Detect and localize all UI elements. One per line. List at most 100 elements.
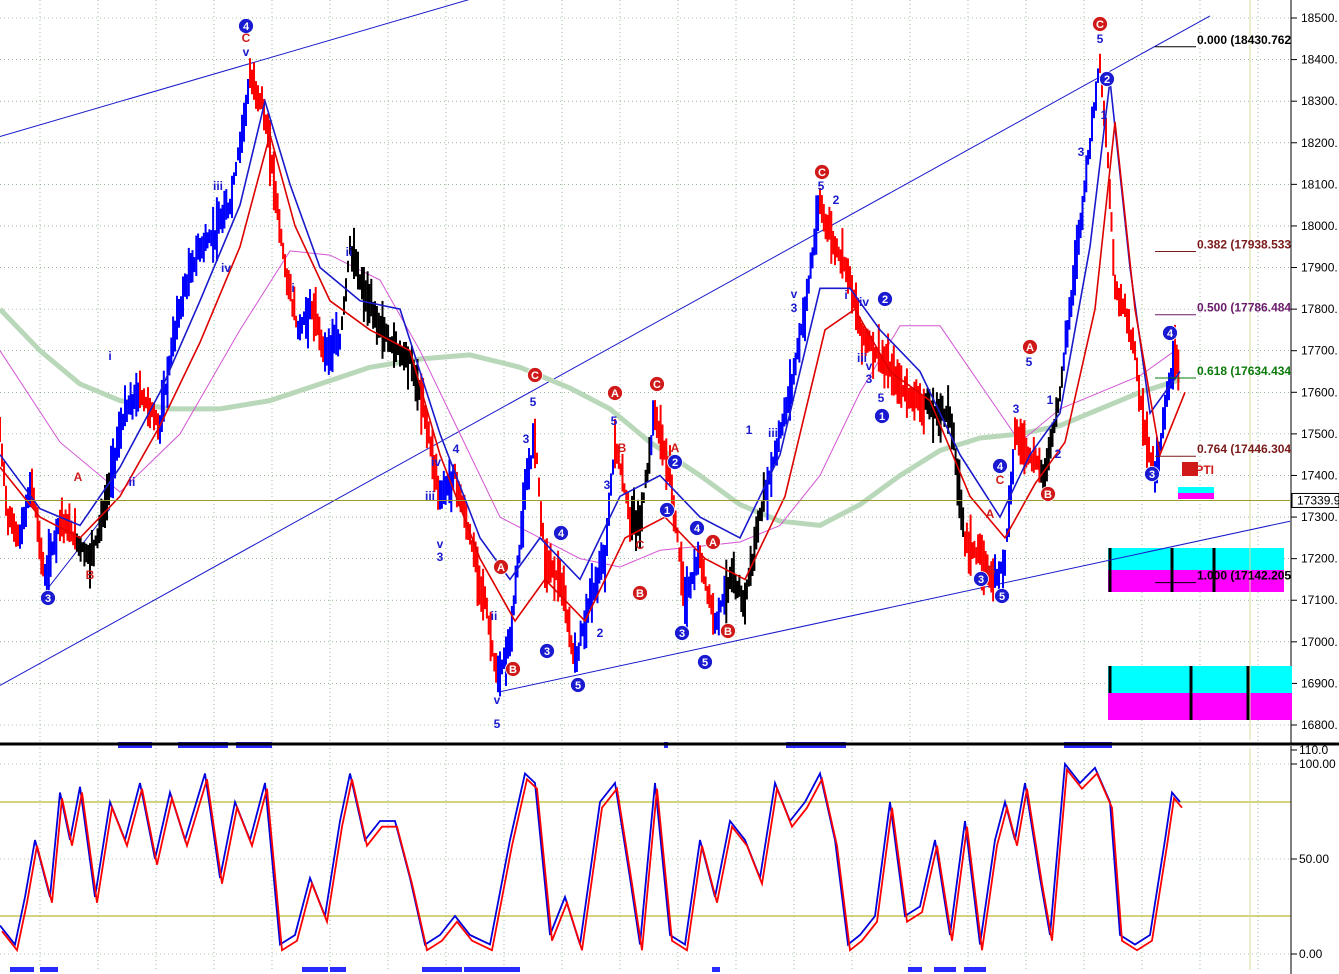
period-marker [422,967,462,972]
fib-label: 0.500 (17786.484 [1197,301,1291,315]
wave-label: C [527,367,543,383]
wave-circle-text: C [1096,19,1104,31]
oscillator-tick-label: 0.00 [1299,947,1323,961]
period-marker [712,967,720,972]
wave-circle-text: B [1044,489,1052,501]
wave-label: B [632,585,648,601]
wave-label: 5 [611,414,618,428]
oscillator-tick-label: 100.00 [1299,757,1336,771]
wave-label: A [671,441,680,455]
period-marker [464,967,520,972]
wave-text: 5 [530,395,537,409]
wave-text: A [74,470,83,484]
wave-circle-text: C [818,167,826,179]
wave-label: 3 [604,478,611,492]
wave-circle-text: 2 [1104,74,1110,86]
period-marker [934,967,956,972]
wave-circle-text: A [1026,342,1034,354]
wave-label: 1 [874,408,890,424]
wave-text: 5 [1097,32,1104,46]
wave-label: C [242,31,251,45]
wave-circle-text: C [531,370,539,382]
wave-text: 1 [1101,108,1108,122]
wave-label: 4 [689,520,705,536]
wave-label: 3 [523,432,530,446]
wave-text: 5 [818,179,825,193]
price-tick-label: 18000. [1301,219,1338,233]
wave-text: 5 [611,414,618,428]
wave-label: 3 [1144,466,1160,482]
wave-circle-text: B [636,588,644,600]
wave-circle-text: 2 [672,457,678,469]
wave-text: i [844,288,847,302]
wave-label: 2 [833,193,840,207]
wave-text: v [866,359,873,373]
chart-stage: 18500. 18400. 18300. 18200. 18100. 18000. 1790… [0,0,1339,974]
wave-text: 1 [746,423,753,437]
period-marker [40,967,58,972]
wave-text: 2 [833,193,840,207]
period-marker [908,967,922,972]
wave-label: 3 [674,625,690,641]
price-tick-label: 18300. [1301,94,1338,108]
wave-label: 2 [667,454,683,470]
wave-circle-text: 4 [694,523,701,535]
wave-label: 5 [994,588,1010,604]
wave-text: 3 [604,478,611,492]
wave-label: v [866,359,873,373]
wave-label: 4 [1162,325,1178,341]
price-tick-label: 17700. [1301,344,1338,358]
wave-text: iii [425,489,435,503]
wave-text: C [242,31,251,45]
wave-circle-text: 3 [679,628,685,640]
wave-label: 5 [878,391,885,405]
wave-circle-text: 5 [999,591,1005,603]
wave-circle-text: 3 [544,646,550,658]
wave-label: iii [425,489,435,503]
wave-label: 1 [746,423,753,437]
wave-text: 5 [878,391,885,405]
wave-label: B [720,623,736,639]
wave-label: 5 [697,654,713,670]
price-tick-label: 18100. [1301,177,1338,191]
wave-text: ii [346,245,353,259]
oscillator-tick-label: 50.00 [1299,852,1329,866]
wave-circle-text: 4 [558,528,565,540]
wave-text: iv [431,455,441,469]
last-price-label: 17339.9 [1297,493,1339,507]
wave-label: A [1022,339,1038,355]
wave-label: 3 [1078,145,1085,159]
wave-label: 3 [539,643,555,659]
magenta-box-lower [1108,693,1292,720]
wave-circle-text: C [653,379,661,391]
wave-text: B [618,441,627,455]
wave-circle-text: 3 [978,574,984,586]
wave-text: 2 [1055,447,1062,461]
wave-text: 3 [1078,145,1085,159]
wave-label: 3 [1013,402,1020,416]
wave-label: B [1040,486,1056,502]
wave-circle-text: B [509,664,517,676]
wave-circle-text: 1 [879,411,885,423]
wave-label: B [505,661,521,677]
wave-label: A [986,507,995,521]
wave-text: 2 [597,626,604,640]
wave-label: C [814,164,830,180]
wave-label: 4 [992,458,1008,474]
wave-label: 3 [437,550,444,564]
wave-label: iv [221,261,231,275]
magenta-mini [1178,493,1214,499]
wave-label: A [705,534,721,550]
wave-text: ii [491,609,498,623]
wave-circle-text: 4 [997,461,1004,473]
wave-text: 3 [523,432,530,446]
wave-text: 3 [866,372,873,386]
wave-label: 90PTI [1182,462,1214,477]
wave-label: A [74,470,83,484]
fib-label: 0.618 (17634.434 [1197,364,1291,378]
wave-circle-text: 5 [575,680,581,692]
wave-text: A [986,507,995,521]
wave-label: 3 [866,372,873,386]
wave-text: 5 [494,717,501,731]
wave-circle-text: 4 [1167,328,1174,340]
